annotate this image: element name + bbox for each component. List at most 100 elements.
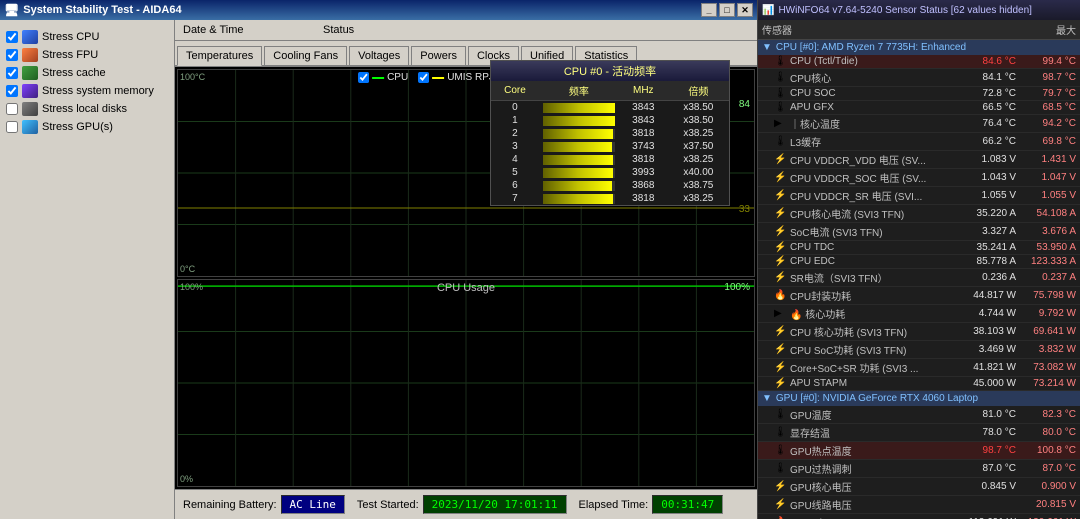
cpu-bar-cell: [539, 127, 619, 140]
stress-cpu-label: Stress CPU: [42, 31, 99, 43]
hw-row: 🌡 GPU温度 81.0 °C 82.3 °C: [758, 406, 1080, 424]
cpu-mhz: 3743: [619, 140, 668, 153]
minimize-button[interactable]: _: [701, 3, 717, 17]
elapsed-value: 00:31:47: [652, 495, 723, 514]
hw-row-icon: ⚡: [774, 242, 788, 253]
hw-sensor-name: GPU热点温度: [790, 443, 941, 458]
hw-section-cpu-section[interactable]: ▼ CPU [#0]: AMD Ryzen 7 7735H: Enhanced: [758, 40, 1080, 55]
hw-row: ⚡ CPU VDDCR_SR 电压 (SVI... 1.055 V 1.055 …: [758, 187, 1080, 205]
hw-row: ⚡ CPU SoC功耗 (SVI3 TFN) 3.469 W 3.832 W: [758, 341, 1080, 359]
cpu-row-4: 4 3818 x38.25: [491, 153, 729, 166]
close-button[interactable]: ✕: [737, 3, 753, 17]
tab-powers[interactable]: Powers: [411, 46, 466, 65]
sidebar-item-cpu[interactable]: Stress CPU: [4, 28, 170, 46]
cpu-icon: [22, 30, 38, 44]
hw-sensor-name: CPU (Tctl/Tdie): [790, 56, 941, 67]
hw-sensor-name: CPU VDDCR_SR 电压 (SVI...: [790, 188, 941, 203]
usage-grid-svg: [178, 280, 754, 486]
hw-row: 🌡 GPU热点温度 98.7 °C 100.8 °C: [758, 442, 1080, 460]
hw-row-icon: ⚡: [774, 362, 788, 373]
hw-row: 🌡 CPU SOC 72.8 °C 79.7 °C: [758, 87, 1080, 101]
hw-sensor-name: CPU VDDCR_SOC 电压 (SV...: [790, 170, 941, 185]
hw-sensor-max: 1.055 V: [1016, 190, 1076, 201]
hw-row-icon: 🌡: [774, 88, 788, 99]
hw-row-icon: 🌡: [774, 72, 788, 83]
stress-cpu-checkbox[interactable]: [6, 31, 18, 43]
stress-sidebar: Stress CPU Stress FPU Stress cache Stres…: [0, 20, 175, 519]
elapsed-label: Elapsed Time:: [579, 499, 649, 511]
started-label: Test Started:: [357, 499, 419, 511]
max-col-header: 最大: [1026, 22, 1076, 37]
section-label: CPU [#0]: AMD Ryzen 7 7735H: Enhanced: [776, 42, 966, 53]
hw-sensor-val: 84.6 °C: [941, 56, 1016, 67]
legend-disk-color: [432, 77, 444, 79]
sidebar-item-gpu[interactable]: Stress GPU(s): [4, 118, 170, 136]
hw-row-icon: ▶: [774, 118, 788, 129]
hwinfo-column-header: 传感器 最大: [758, 20, 1080, 40]
hw-sensor-name: CPU SOC: [790, 88, 941, 99]
hw-sensor-max: 73.082 W: [1016, 362, 1076, 373]
cpu-row-1: 1 3843 x38.50: [491, 114, 729, 127]
sidebar-item-cache[interactable]: Stress cache: [4, 64, 170, 82]
hw-row: ⚡ APU STAPM 45.000 W 73.214 W: [758, 377, 1080, 391]
hwinfo-scroll-area[interactable]: ▼ CPU [#0]: AMD Ryzen 7 7735H: Enhanced 🌡…: [758, 40, 1080, 519]
hw-sensor-name: SR电流（SVI3 TFN）: [790, 270, 941, 285]
legend-cpu[interactable]: CPU: [358, 72, 408, 83]
stress-cache-checkbox[interactable]: [6, 67, 18, 79]
hw-sensor-name: ｜核心温度: [790, 116, 941, 131]
cpu-bar-cell: [539, 166, 619, 179]
hw-sensor-max: 53.950 A: [1016, 242, 1076, 253]
stress-disk-checkbox[interactable]: [6, 103, 18, 115]
tab-temperatures[interactable]: Temperatures: [177, 46, 262, 66]
hw-sensor-max: 73.214 W: [1016, 378, 1076, 389]
hw-row: 🔥 GPU 功 112.691 W 130.661 W: [758, 514, 1080, 519]
hw-row-icon: 🌡: [774, 445, 788, 456]
cpu-mhz: 3818: [619, 192, 668, 205]
disk-icon: [22, 102, 38, 116]
hw-row: ⚡ Core+SoC+SR 功耗 (SVI3 ... 41.821 W 73.0…: [758, 359, 1080, 377]
aida-title-icon: 🖥: [4, 3, 19, 17]
tab-cooling-fans[interactable]: Cooling Fans: [264, 46, 347, 65]
hw-sensor-max: 68.5 °C: [1016, 102, 1076, 113]
cpu-bar-cell: [539, 140, 619, 153]
temp-y-axis: 100°C 0°C: [180, 70, 205, 276]
sidebar-item-memory[interactable]: Stress system memory: [4, 82, 170, 100]
expand-icon: ▼: [762, 42, 772, 53]
hw-row: ⚡ CPU VDDCR_SOC 电压 (SV... 1.043 V 1.047 …: [758, 169, 1080, 187]
cpu-mhz: 3843: [619, 114, 668, 127]
hw-row-icon: ▶: [774, 308, 788, 319]
sidebar-item-fpu[interactable]: Stress FPU: [4, 46, 170, 64]
hw-row-icon: 🌡: [774, 56, 788, 67]
hw-sensor-val: 98.7 °C: [941, 445, 1016, 456]
stress-memory-checkbox[interactable]: [6, 85, 18, 97]
memory-icon: [22, 84, 38, 98]
legend-cpu-checkbox[interactable]: [358, 72, 369, 83]
col-multi: 倍频: [668, 81, 729, 101]
cpu-frequency-popup: CPU #0 - 活动频率 Core 频率 MHz 倍频 0 3843 x38.…: [490, 60, 730, 206]
battery-field: Remaining Battery: AC Line: [183, 495, 345, 514]
hw-section-gpu-section[interactable]: ▼GPU [#0]: NVIDIA GeForce RTX 4060 Lapto…: [758, 391, 1080, 406]
hw-sensor-name: GPU线路电压: [790, 497, 941, 512]
hw-sensor-name: L3缓存: [790, 134, 941, 149]
cpu-row-2: 2 3818 x38.25: [491, 127, 729, 140]
hw-row-icon: ⚡: [774, 256, 788, 267]
cache-icon: [22, 66, 38, 80]
hw-sensor-val: 35.220 A: [941, 208, 1016, 219]
started-value: 2023/11/20 17:01:11: [423, 495, 567, 514]
cpu-popup-title: CPU #0 - 活动频率: [491, 61, 729, 81]
stress-fpu-checkbox[interactable]: [6, 49, 18, 61]
tab-voltages[interactable]: Voltages: [349, 46, 409, 65]
hw-sensor-val: 0.845 V: [941, 481, 1016, 492]
maximize-button[interactable]: □: [719, 3, 735, 17]
hw-row-icon: ⚡: [774, 226, 788, 237]
cpu-core-num: 7: [491, 192, 539, 205]
cpu-core-num: 2: [491, 127, 539, 140]
legend-disk-checkbox[interactable]: [418, 72, 429, 83]
hw-sensor-max: 98.7 °C: [1016, 72, 1076, 83]
cpu-bar-cell: [539, 192, 619, 205]
hw-row: 🌡 L3缓存 66.2 °C 69.8 °C: [758, 133, 1080, 151]
hw-row-icon: ⚡: [774, 344, 788, 355]
stress-gpu-checkbox[interactable]: [6, 121, 18, 133]
hw-sensor-name: CPU TDC: [790, 242, 941, 253]
sidebar-item-disk[interactable]: Stress local disks: [4, 100, 170, 118]
